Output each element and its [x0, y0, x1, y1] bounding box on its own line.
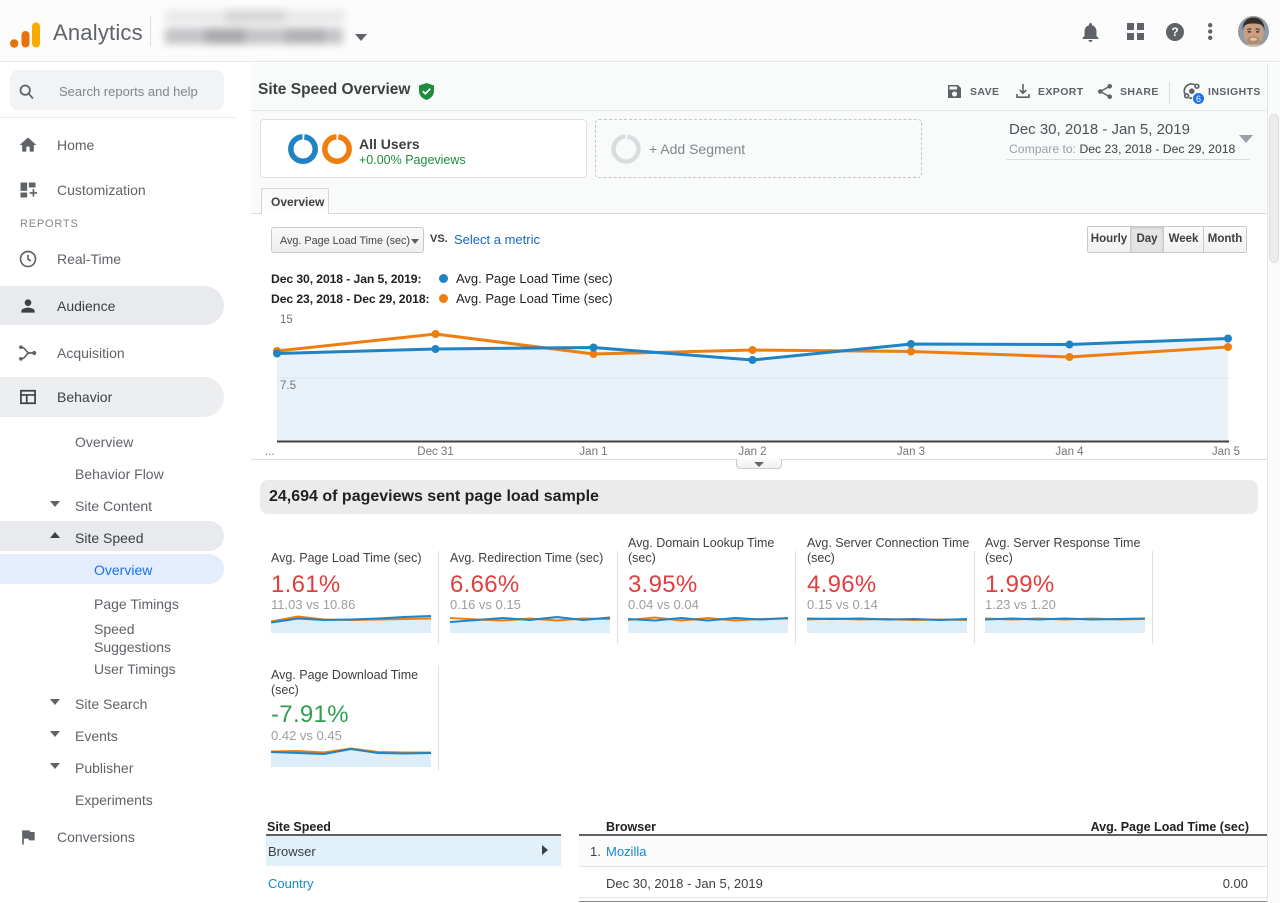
svg-text:...: ...: [265, 446, 275, 458]
svg-text:Jan 4: Jan 4: [1055, 446, 1084, 458]
svg-text:Jan 5: Jan 5: [1212, 446, 1240, 458]
svg-text:?: ?: [1171, 25, 1178, 39]
svg-text:Dec 31: Dec 31: [417, 446, 453, 458]
svg-text:Jan 3: Jan 3: [897, 446, 925, 458]
svg-text:15: 15: [280, 314, 293, 326]
svg-text:Jan 1: Jan 1: [579, 446, 607, 458]
svg-text:Jan 2: Jan 2: [738, 446, 766, 458]
svg-text:7.5: 7.5: [280, 380, 296, 392]
